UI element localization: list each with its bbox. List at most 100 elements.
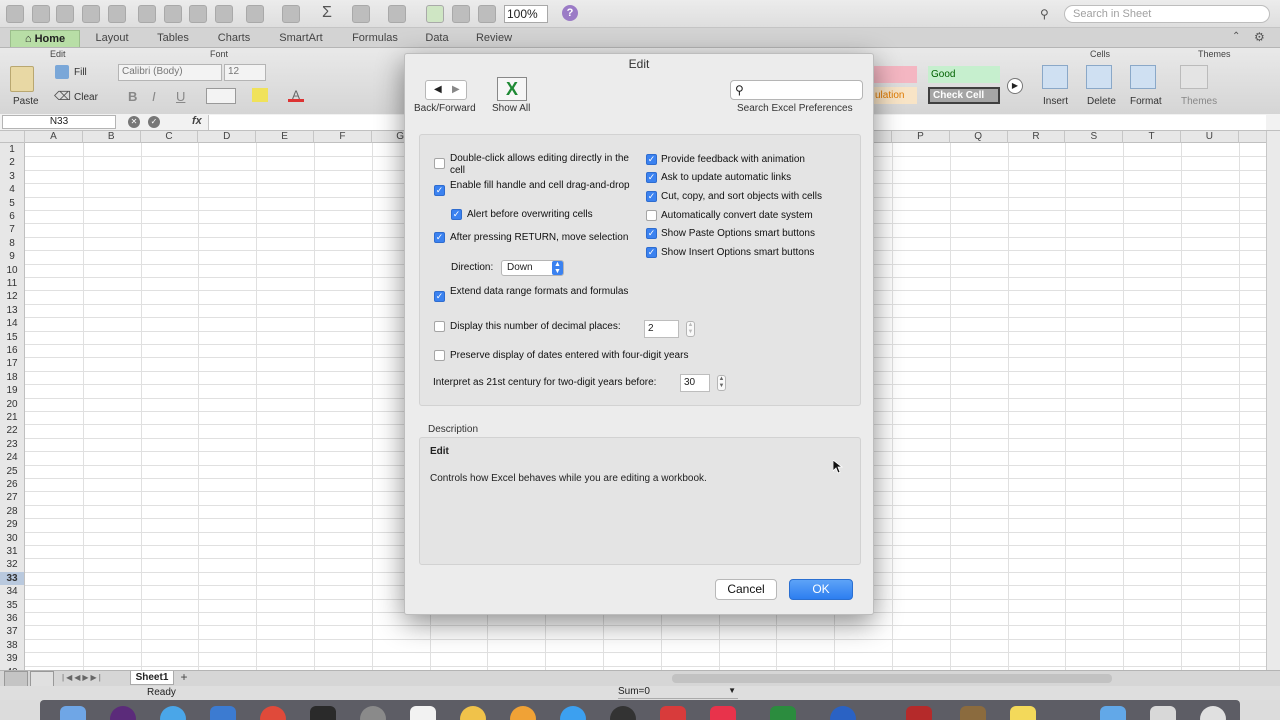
font-name-select[interactable]: Calibri (Body) bbox=[118, 64, 222, 81]
document-icon[interactable] bbox=[1150, 706, 1176, 720]
column-header[interactable]: S bbox=[1065, 131, 1124, 143]
preferences-search-input[interactable]: ⚲ bbox=[730, 80, 863, 100]
contacts-icon[interactable] bbox=[510, 706, 536, 720]
themes-icon[interactable] bbox=[1180, 65, 1208, 89]
show-all-icon[interactable]: X bbox=[497, 77, 527, 101]
filter-icon[interactable] bbox=[388, 5, 406, 23]
add-sheet-button[interactable]: + bbox=[177, 671, 191, 685]
row-header[interactable]: 31 bbox=[0, 545, 25, 559]
fill-icon[interactable] bbox=[55, 65, 69, 79]
checkbox-fill-handle[interactable]: ✓ bbox=[434, 185, 445, 196]
row-header[interactable]: 13 bbox=[0, 303, 25, 318]
fill-button[interactable]: Fill bbox=[74, 67, 87, 78]
show-all-label[interactable]: Show All bbox=[492, 103, 530, 114]
style-bad-swatch[interactable] bbox=[873, 66, 917, 83]
row-header[interactable]: 7 bbox=[0, 223, 25, 237]
status-sum[interactable]: Sum=0 ▼ bbox=[618, 686, 738, 699]
photos-icon[interactable] bbox=[460, 706, 486, 720]
normal-view-icon[interactable] bbox=[4, 671, 28, 687]
themes-button[interactable]: Themes bbox=[1181, 96, 1217, 107]
row-header[interactable]: 37 bbox=[0, 625, 25, 639]
checkbox-animation-feedback[interactable]: ✓ bbox=[646, 154, 657, 165]
row-header[interactable]: 33 bbox=[0, 571, 25, 586]
safari-icon[interactable] bbox=[160, 706, 186, 720]
undo-icon[interactable] bbox=[246, 5, 264, 23]
paste-icon[interactable] bbox=[189, 5, 207, 23]
row-header[interactable]: 20 bbox=[0, 397, 25, 411]
search-icon[interactable]: ⚲ bbox=[1040, 7, 1060, 21]
row-header[interactable]: 1 bbox=[0, 143, 25, 157]
column-header[interactable]: U bbox=[1181, 131, 1239, 143]
row-header[interactable]: 25 bbox=[0, 464, 25, 478]
checkbox-update-links[interactable]: ✓ bbox=[646, 172, 657, 183]
autosum-icon[interactable]: Σ bbox=[322, 4, 332, 22]
back-icon[interactable]: ◀ bbox=[434, 84, 442, 95]
row-header[interactable]: 32 bbox=[0, 558, 25, 572]
font-color-icon[interactable]: A bbox=[288, 88, 304, 102]
row-header[interactable]: 11 bbox=[0, 277, 25, 291]
accept-entry-icon[interactable]: ✓ bbox=[148, 116, 160, 128]
paste-large-icon[interactable] bbox=[10, 66, 34, 92]
select-all-corner[interactable] bbox=[0, 131, 25, 143]
decimal-stepper-icon[interactable]: ▲ ▼ bbox=[686, 321, 695, 337]
pdf-icon[interactable] bbox=[906, 706, 932, 720]
back-forward-control[interactable]: ◀ ▶ bbox=[425, 80, 467, 100]
checkbox-double-click-edit[interactable] bbox=[434, 158, 445, 169]
excel-icon[interactable] bbox=[770, 706, 796, 720]
insert-button[interactable]: Insert bbox=[1043, 96, 1068, 107]
row-header[interactable]: 2 bbox=[0, 156, 25, 170]
search-in-sheet-input[interactable]: Search in Sheet bbox=[1064, 5, 1270, 23]
chevron-updown-icon[interactable]: ▲ ▼ bbox=[552, 261, 563, 275]
save-icon[interactable] bbox=[82, 5, 100, 23]
row-header[interactable]: 15 bbox=[0, 330, 25, 344]
column-header[interactable]: F bbox=[314, 131, 372, 143]
italic-button[interactable]: I bbox=[152, 89, 156, 104]
sort-icon[interactable] bbox=[352, 5, 370, 23]
decimal-places-field[interactable]: 2 bbox=[644, 320, 679, 338]
page-layout-view-icon[interactable] bbox=[30, 671, 54, 687]
cancel-entry-icon[interactable]: ✕ bbox=[128, 116, 140, 128]
column-header[interactable]: C bbox=[141, 131, 199, 143]
clear-button[interactable]: Clear bbox=[74, 92, 98, 103]
row-header[interactable]: 10 bbox=[0, 263, 25, 277]
tab-data[interactable]: Data bbox=[414, 30, 460, 47]
row-header[interactable]: 23 bbox=[0, 437, 25, 452]
open-icon[interactable] bbox=[56, 5, 74, 23]
style-good-swatch[interactable]: Good bbox=[928, 66, 1000, 83]
column-header[interactable]: A bbox=[25, 131, 83, 143]
checkbox-decimal-places[interactable] bbox=[434, 321, 445, 332]
trash-icon[interactable] bbox=[1200, 706, 1226, 720]
format-painter-icon[interactable] bbox=[215, 5, 233, 23]
row-header[interactable]: 36 bbox=[0, 612, 25, 626]
gear-icon[interactable]: ⚙ bbox=[1254, 30, 1265, 44]
column-header[interactable]: E bbox=[256, 131, 314, 143]
gallery-icon[interactable] bbox=[426, 5, 444, 23]
sheet-tab-sheet1[interactable]: Sheet1 bbox=[130, 671, 174, 685]
row-header[interactable]: 30 bbox=[0, 531, 25, 545]
tab-tables[interactable]: Tables bbox=[146, 30, 200, 47]
row-header[interactable]: 9 bbox=[0, 250, 25, 264]
style-calculation-swatch[interactable]: ulation bbox=[873, 87, 917, 104]
column-header[interactable]: T bbox=[1123, 131, 1181, 143]
row-header[interactable]: 16 bbox=[0, 344, 25, 358]
music-icon[interactable] bbox=[710, 706, 736, 720]
row-header[interactable]: 29 bbox=[0, 518, 25, 532]
paste-button[interactable]: Paste bbox=[13, 96, 39, 107]
row-header[interactable]: 27 bbox=[0, 491, 25, 505]
toolbox-icon[interactable] bbox=[452, 5, 470, 23]
media-icon[interactable] bbox=[478, 5, 496, 23]
row-header[interactable]: 34 bbox=[0, 585, 25, 599]
column-header[interactable]: R bbox=[1008, 131, 1066, 143]
checkbox-move-selection[interactable]: ✓ bbox=[434, 232, 445, 243]
browser-icon[interactable] bbox=[830, 706, 856, 720]
column-header[interactable]: B bbox=[83, 131, 141, 143]
format-button[interactable]: Format bbox=[1130, 96, 1162, 107]
row-header[interactable]: 39 bbox=[0, 652, 25, 666]
column-header[interactable]: Q bbox=[950, 131, 1008, 143]
checkbox-cut-copy-sort[interactable]: ✓ bbox=[646, 191, 657, 202]
century-stepper-icon[interactable]: ▲ ▼ bbox=[717, 375, 726, 391]
template-icon[interactable] bbox=[32, 5, 50, 23]
terminal-icon[interactable] bbox=[310, 706, 336, 720]
archive-icon[interactable] bbox=[960, 706, 986, 720]
row-header[interactable]: 35 bbox=[0, 598, 25, 612]
